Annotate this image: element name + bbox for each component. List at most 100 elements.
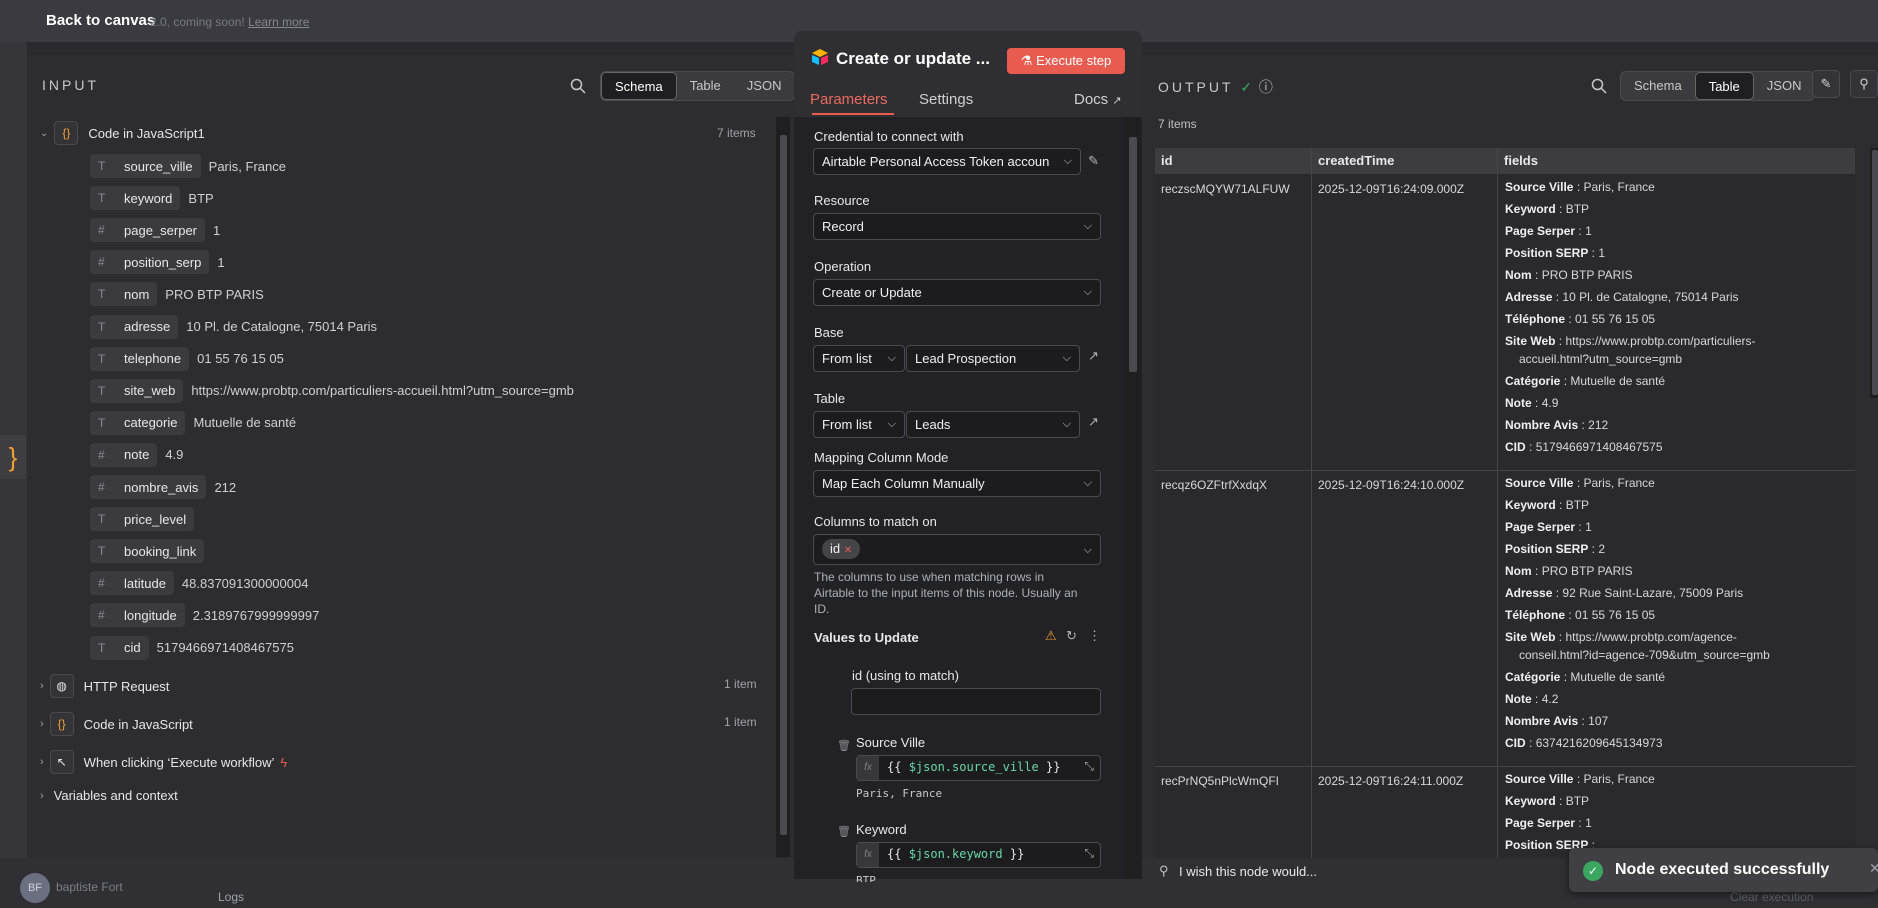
pencil-icon[interactable]: ✎ — [1088, 153, 1099, 169]
field-chip[interactable]: Tnom — [90, 282, 158, 307]
trash-icon[interactable]: 🗑 — [837, 825, 851, 838]
field-value: Paris, France — [1583, 772, 1655, 786]
field-chip[interactable]: Tprice_level — [90, 507, 195, 532]
column-header-createdtime[interactable]: createdTime — [1312, 148, 1497, 174]
tab-schema[interactable]: Schema — [1621, 72, 1695, 100]
column-header-id[interactable]: id — [1155, 148, 1311, 174]
field-chip[interactable]: # note — [90, 442, 158, 467]
credential-select[interactable]: Airtable Personal Access Token accoun ⌵ — [813, 148, 1081, 175]
tab-parameters[interactable]: Parameters — [810, 91, 888, 108]
schema-field-row: # longitude 2.3189767999999997 — [90, 602, 319, 628]
table-mode-select[interactable]: From list ⌵ — [813, 411, 905, 438]
chevron-down-icon: ⌵ — [1062, 352, 1071, 364]
field-chip[interactable]: # nombre_avis — [90, 475, 207, 499]
separator: : — [1525, 736, 1536, 750]
node-http-request[interactable]: › ◍ HTTP Request — [40, 674, 169, 698]
back-to-canvas-link[interactable]: Back to canvas — [46, 12, 155, 29]
clear-execution-button[interactable]: Clear execution — [1730, 890, 1813, 904]
source-ville-result: Paris, France — [856, 787, 943, 800]
field-chip[interactable]: # latitude — [90, 571, 174, 596]
field-name: page_serper — [124, 222, 197, 238]
field-line: Keyword : BTP — [1505, 494, 1770, 516]
schema-field-row: Tcid 5179466971408467575 — [90, 635, 294, 661]
field-line: Source Ville : Paris, France — [1505, 472, 1770, 494]
docs-link[interactable]: Docs ↗ — [1074, 91, 1122, 108]
chevron-down-icon: ⌵ — [1083, 477, 1092, 489]
bolt-icon: ϟ — [280, 754, 288, 770]
base-mode-select[interactable]: From list ⌵ — [813, 345, 905, 372]
avatar[interactable]: BF — [20, 873, 50, 903]
field-value: Mutuelle de santé — [1570, 670, 1666, 684]
node-trigger[interactable]: › ↖ When clicking ‘Execute workflow’ ϟ — [40, 750, 287, 774]
field-value: 107 — [1588, 714, 1609, 728]
node-code-javascript1[interactable]: ⌄ {} Code in JavaScript1 — [40, 121, 205, 145]
field-chip[interactable]: Tkeyword — [90, 186, 181, 211]
code-node-icon[interactable]: } — [0, 435, 26, 479]
field-chip[interactable]: Tcategorie — [90, 410, 186, 435]
tab-json[interactable]: JSON — [1754, 72, 1815, 100]
remove-icon[interactable]: ✕ — [844, 545, 852, 556]
refresh-icon[interactable]: ↻ — [1066, 628, 1077, 644]
field-key: CID — [1505, 736, 1526, 750]
scrollbar-thumb[interactable] — [780, 135, 787, 835]
base-select[interactable]: Lead Prospection ⌵ — [906, 345, 1080, 372]
field-value: 2 — [1598, 542, 1606, 556]
field-chip[interactable]: Tsource_ville — [90, 154, 201, 178]
execute-step-button[interactable]: ⚗ Execute step — [1007, 48, 1125, 74]
tab-json[interactable]: JSON — [734, 72, 795, 100]
field-value: 4.2 — [1541, 692, 1559, 706]
field-chip[interactable]: # position_serp — [90, 250, 210, 275]
table-select[interactable]: Leads ⌵ — [906, 411, 1080, 438]
source-ville-expression[interactable]: fx {{ $json.source_ville }} ⤡ — [856, 755, 1101, 781]
values-label: Values to Update — [814, 630, 919, 645]
node-title[interactable]: Create or update ... — [836, 49, 990, 69]
field-chip[interactable]: Tadresse — [90, 314, 179, 339]
info-icon[interactable]: ⓘ — [1259, 79, 1273, 95]
field-value: 5179466971408467575 — [156, 640, 294, 655]
logs-label[interactable]: Logs — [218, 890, 244, 904]
trash-icon[interactable]: 🗑 — [837, 739, 851, 752]
idmatch-input[interactable] — [851, 688, 1101, 715]
expand-icon[interactable]: ⤡ — [1084, 846, 1094, 861]
field-chip[interactable]: # page_serper — [90, 218, 205, 243]
pin-icon[interactable]: ⚲ — [1850, 70, 1878, 98]
field-chip[interactable]: Tbooking_link — [90, 539, 205, 564]
mapping-select[interactable]: Map Each Column Manually ⌵ — [813, 470, 1101, 497]
field-chip[interactable]: # longitude — [90, 603, 185, 628]
field-chip[interactable]: Tsite_web — [90, 378, 184, 403]
column-header-fields[interactable]: fields — [1498, 148, 1855, 174]
text-type-icon: T — [98, 191, 106, 206]
resource-select[interactable]: Record ⌵ — [813, 213, 1101, 240]
close-icon[interactable]: ✕ — [1869, 860, 1878, 877]
variables-context[interactable]: › Variables and context — [40, 788, 178, 803]
search-icon[interactable] — [1591, 78, 1607, 94]
node-code-javascript[interactable]: › {} Code in JavaScript — [40, 712, 193, 736]
keyword-expression[interactable]: fx {{ $json.keyword }} ⤡ — [856, 842, 1101, 868]
match-tag[interactable]: id ✕ — [822, 539, 861, 559]
search-icon[interactable] — [570, 78, 586, 94]
scrollbar-thumb[interactable] — [1872, 150, 1878, 395]
operation-select[interactable]: Create or Update ⌵ — [813, 279, 1101, 306]
tab-table[interactable]: Table — [677, 72, 734, 100]
external-link-icon[interactable]: ↗ — [1088, 414, 1099, 430]
edit-icon[interactable]: ✎ — [1812, 70, 1840, 98]
field-name: booking_link — [124, 543, 197, 559]
learn-more-link[interactable]: Learn more — [248, 15, 309, 29]
feedback-bar[interactable]: ⚲ I wish this node would... — [1142, 858, 1562, 884]
more-icon[interactable]: ⋮ — [1088, 628, 1101, 644]
external-link-icon[interactable]: ↗ — [1088, 348, 1099, 364]
field-value: 10 Pl. de Catalogne, 75014 Paris — [186, 319, 378, 334]
field-chip[interactable]: Ttelephone — [90, 346, 190, 371]
expr-body: $json.keyword — [908, 847, 1003, 861]
field-chip[interactable]: Tcid — [90, 635, 149, 660]
tab-table[interactable]: Table — [1694, 72, 1754, 100]
fx-icon: fx — [857, 843, 879, 867]
field-key: Site Web — [1505, 334, 1556, 348]
schema-field-row: # latitude 48.837091300000004 — [90, 570, 308, 596]
tab-settings[interactable]: Settings — [919, 91, 973, 108]
match-hint: The columns to use when matching rows in… — [814, 569, 1077, 617]
scrollbar-thumb[interactable] — [1129, 137, 1137, 372]
match-select[interactable]: id ✕ ⌵ — [813, 534, 1101, 565]
expand-icon[interactable]: ⤡ — [1084, 759, 1094, 774]
tab-schema[interactable]: Schema — [601, 72, 677, 100]
